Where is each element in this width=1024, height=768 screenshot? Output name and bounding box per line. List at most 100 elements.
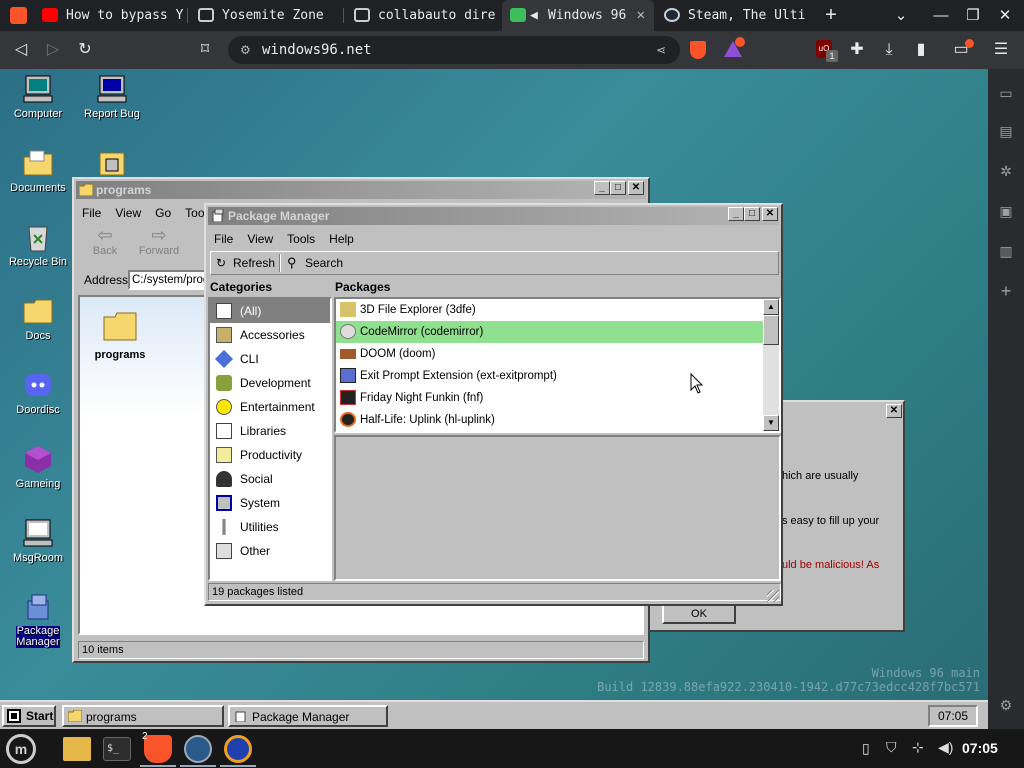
terminal-icon[interactable]: $_ — [103, 737, 131, 761]
back-button[interactable]: ⇦ Back — [82, 225, 128, 257]
tab-collabauto[interactable]: collabauto dire — [346, 0, 500, 31]
downloads-icon[interactable]: ⤓ — [874, 31, 904, 69]
browser-tab-bar: How to bypass Y Yosemite Zone collabauto… — [0, 0, 1024, 31]
category-cli[interactable]: CLI — [210, 347, 324, 371]
desktop-icon-doordisc[interactable]: Doordisc — [2, 369, 74, 416]
share-icon[interactable]: ⋖ — [656, 36, 666, 64]
category-system[interactable]: System — [210, 491, 324, 515]
tab-youtube[interactable]: How to bypass Y — [34, 0, 188, 31]
menu-file[interactable]: File — [210, 232, 233, 246]
menu-go[interactable]: Go — [151, 206, 171, 220]
scroll-down-button[interactable]: ▼ — [763, 415, 779, 431]
package-manager-titlebar[interactable]: Package Manager — [208, 207, 779, 225]
panel-clock[interactable]: 07:05 — [962, 729, 998, 768]
tab-list-chevron-icon[interactable]: ⌄ — [886, 0, 916, 31]
desktop-icon-gameing[interactable]: Gameing — [2, 443, 74, 490]
tab-steam[interactable]: Steam, The Ulti — [656, 0, 810, 31]
scroll-thumb[interactable] — [763, 315, 779, 345]
network-icon[interactable]: ⊹ — [912, 739, 924, 756]
files-icon[interactable] — [63, 737, 91, 761]
reload-icon[interactable]: ↻ — [70, 31, 100, 69]
category-social[interactable]: Social — [210, 467, 324, 491]
category-all[interactable]: (All) — [210, 299, 330, 323]
bookmark-icon[interactable]: ⌑ — [190, 31, 220, 69]
task-programs[interactable]: programs — [62, 705, 224, 727]
package-item[interactable]: 3D File Explorer (3dfe) — [336, 299, 764, 321]
category-libraries[interactable]: Libraries — [210, 419, 324, 443]
site-settings-icon[interactable]: ⚙ — [240, 36, 251, 64]
forward-icon[interactable]: ▷ — [38, 31, 68, 69]
menu-tools[interactable]: Tools — [283, 232, 315, 246]
desktop-icon-documents[interactable]: Documents — [2, 147, 74, 194]
tab-windows96[interactable]: ◀ Windows 96 ✕ — [502, 0, 654, 31]
video-icon[interactable]: ▭ — [996, 83, 1016, 103]
package-item[interactable]: CodeMirror (codemirror) — [336, 321, 764, 343]
add-icon[interactable]: + — [996, 281, 1016, 301]
category-accessories[interactable]: Accessories — [210, 323, 324, 347]
pm-maximize-button[interactable]: □ — [744, 207, 760, 221]
start-button[interactable]: Start — [2, 705, 56, 727]
dialog-close-button[interactable]: ✕ — [886, 404, 902, 418]
brave-icon[interactable] — [144, 735, 172, 763]
wallet-icon[interactable]: ▭ — [946, 31, 976, 69]
menu-view[interactable]: View — [111, 206, 141, 220]
resize-grip-icon[interactable] — [767, 590, 779, 602]
speaker-icon[interactable]: ◀ — [530, 0, 538, 31]
sidebar-icon[interactable]: ▮ — [906, 31, 936, 69]
clipboard-icon[interactable]: ▯ — [862, 740, 870, 757]
category-entertainment[interactable]: Entertainment — [210, 395, 324, 419]
category-development[interactable]: Development — [210, 371, 324, 395]
menu-file[interactable]: File — [78, 206, 101, 220]
menu-icon[interactable]: ☰ — [986, 31, 1016, 69]
extensions-icon[interactable]: ✚ — [842, 31, 872, 69]
vpn-icon[interactable] — [224, 735, 252, 763]
programs-folder-item[interactable]: programs — [88, 311, 152, 361]
package-item[interactable]: DOOM (doom) — [336, 343, 764, 365]
pm-minimize-button[interactable]: _ — [728, 207, 744, 221]
menu-help[interactable]: Help — [325, 232, 354, 246]
desktop-icon-package-manager[interactable]: Package Manager — [2, 591, 74, 648]
menu-view[interactable]: View — [243, 232, 273, 246]
desktop-icon-recycle-bin[interactable]: Recycle Bin — [2, 221, 74, 268]
wallet-icon[interactable]: ▤ — [996, 121, 1016, 141]
reading-list-icon[interactable]: ▥ — [996, 241, 1016, 261]
close-window-button[interactable]: ✕ — [990, 0, 1020, 31]
explorer-maximize-button[interactable]: □ — [610, 181, 626, 195]
minimize-window-button[interactable]: — — [926, 0, 956, 31]
brave-menu-icon[interactable] — [10, 7, 27, 24]
address-field[interactable]: C:/system/programs — [128, 270, 208, 290]
url-bar[interactable]: ⚙ windows96.net ⋖ — [228, 36, 680, 64]
category-other[interactable]: Other — [210, 539, 324, 563]
shield-icon[interactable]: ⛉ — [886, 739, 897, 756]
steam-icon[interactable] — [184, 735, 212, 763]
mint-menu-icon[interactable]: m — [6, 734, 36, 764]
bookmarks-icon[interactable]: ▣ — [996, 201, 1016, 221]
pm-close-button[interactable]: ✕ — [762, 207, 778, 221]
close-tab-icon[interactable]: ✕ — [633, 0, 648, 31]
volume-icon[interactable]: ◀) — [938, 739, 953, 756]
maximize-window-button[interactable]: ❐ — [958, 0, 988, 31]
explorer-close-button[interactable]: ✕ — [628, 181, 644, 195]
back-icon[interactable]: ◁ — [6, 31, 36, 69]
category-utilities[interactable]: Utilities — [210, 515, 324, 539]
settings-gear-icon[interactable]: ⚙ — [996, 695, 1016, 715]
explorer-titlebar[interactable]: programs — [76, 181, 646, 199]
new-tab-button[interactable]: + — [816, 0, 846, 31]
ok-button[interactable]: OK — [662, 604, 736, 624]
desktop-icon-report-bug[interactable]: Report Bug — [76, 73, 148, 120]
search-button[interactable]: ⚲ Search — [285, 253, 347, 273]
package-item[interactable]: Half-Life: Uplink (hl-uplink) — [336, 409, 764, 431]
tab-yosemite[interactable]: Yosemite Zone — [190, 0, 344, 31]
desktop-icon-computer[interactable]: Computer — [2, 73, 74, 120]
brave-shields-icon[interactable] — [690, 41, 706, 59]
task-package-manager[interactable]: Package Manager — [228, 705, 388, 727]
explorer-minimize-button[interactable]: _ — [594, 181, 610, 195]
scroll-up-button[interactable]: ▲ — [763, 299, 779, 315]
category-productivity[interactable]: Productivity — [210, 443, 324, 467]
desktop-icon-docs[interactable]: Docs — [2, 295, 74, 342]
packages-scrollbar[interactable]: ▲ ▼ — [763, 299, 779, 431]
leo-icon[interactable]: ✲ — [996, 161, 1016, 181]
refresh-button[interactable]: ↻ Refresh — [213, 253, 279, 273]
forward-button[interactable]: ⇨ Forward — [134, 225, 184, 257]
desktop-icon-msgroom[interactable]: MsgRoom — [2, 517, 74, 564]
